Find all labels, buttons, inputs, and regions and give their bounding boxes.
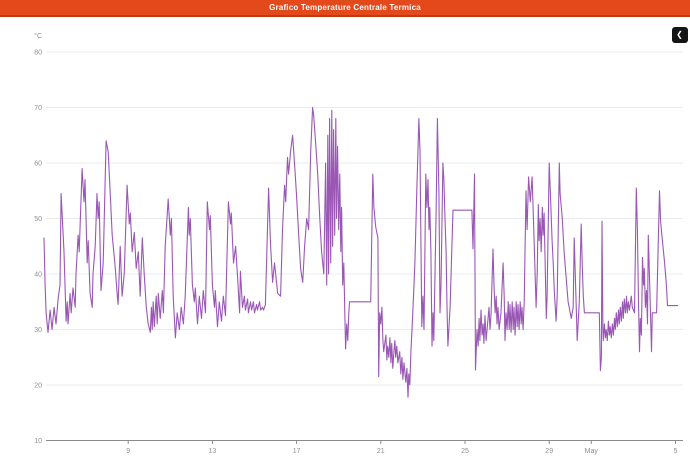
- x-tick-label: 5: [674, 448, 678, 455]
- y-tick-label: 70: [34, 105, 42, 112]
- x-tick-label: 21: [377, 448, 385, 455]
- chevron-left-icon: ❮: [676, 31, 683, 39]
- x-tick-label: 29: [545, 448, 553, 455]
- y-tick-label: 20: [34, 383, 42, 390]
- y-tick-label: 80: [34, 50, 42, 57]
- app-window: Grafico Temperature Centrale Termica 807…: [0, 0, 690, 464]
- x-tick-label: 9: [126, 448, 130, 455]
- y-tick-label: 30: [34, 327, 42, 334]
- x-tick-label: May: [585, 448, 599, 455]
- y-tick-label: 60: [34, 161, 42, 168]
- y-tick-label: 50: [34, 216, 42, 223]
- y-axis-unit-label: °C: [34, 32, 42, 40]
- x-tick-label: 17: [293, 448, 301, 455]
- y-tick-label: 10: [34, 438, 42, 445]
- temperature-line-chart: 80 70 60 50 40 30 20 10 °C 9 13 17 21 25 29 May 5: [0, 0, 690, 464]
- back-button[interactable]: ❮: [672, 27, 688, 43]
- y-tick-label: 40: [34, 272, 42, 279]
- x-tick-label: 25: [461, 448, 469, 455]
- x-tick-label: 13: [209, 448, 217, 455]
- temperature-series-line: [44, 108, 678, 398]
